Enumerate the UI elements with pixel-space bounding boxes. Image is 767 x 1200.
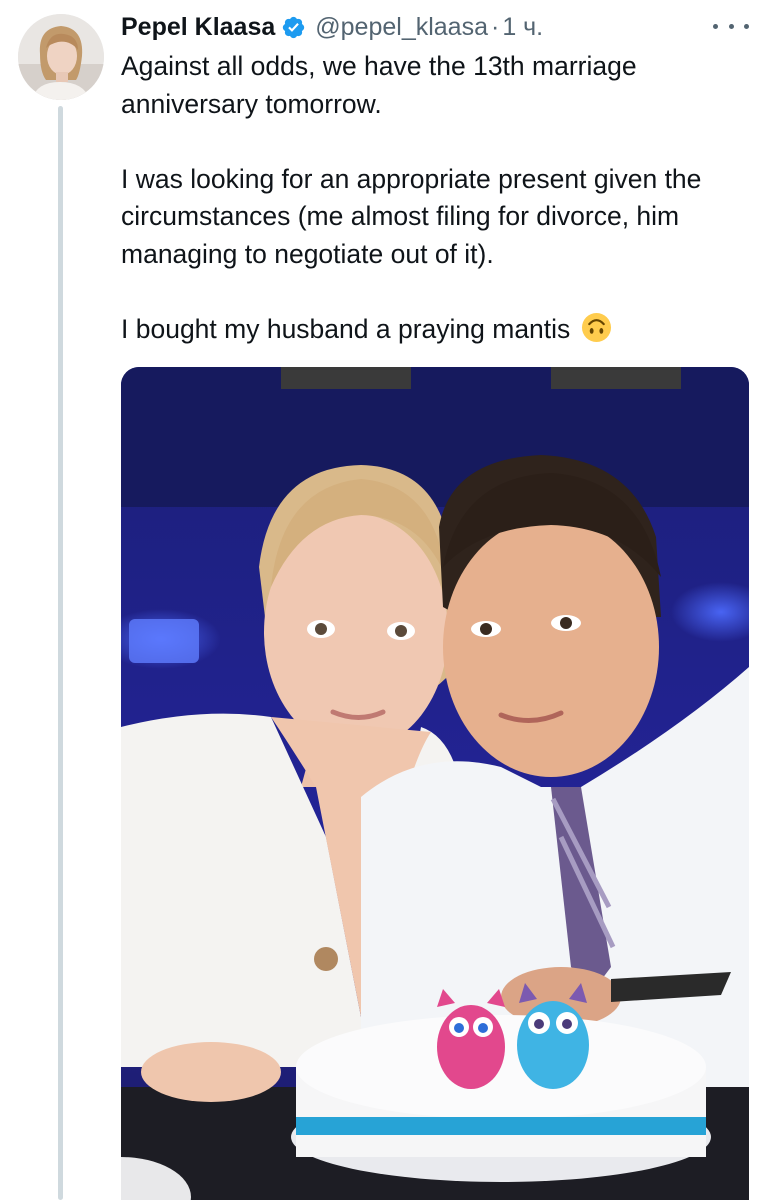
display-name[interactable]: Pepel Klaasa	[121, 13, 275, 42]
tweet-header: Pepel Klaasa @pepel_klaasa · 1 ч.	[121, 12, 543, 42]
verified-badge-icon	[281, 15, 306, 40]
tweet-paragraph: I was looking for an appropriate present…	[121, 163, 702, 269]
timestamp[interactable]: 1 ч.	[502, 13, 543, 42]
photo-illustration	[121, 367, 749, 1200]
author-handle[interactable]: @pepel_klaasa	[315, 13, 488, 42]
avatar-image	[18, 14, 104, 100]
tweet-paragraph-last: I bought my husband a praying mantis	[121, 311, 753, 349]
tweet-text: Against all odds, we have the 13th marri…	[121, 48, 753, 348]
avatar[interactable]	[18, 14, 104, 100]
upside-down-face-icon	[581, 312, 612, 343]
more-options-icon[interactable]	[713, 18, 749, 34]
separator-dot: ·	[490, 12, 500, 41]
tweet-paragraph: Against all odds, we have the 13th marri…	[121, 51, 637, 119]
tweet-paragraph-text: I bought my husband a praying mantis	[121, 313, 571, 344]
tweet-photo[interactable]	[121, 367, 749, 1200]
thread-line	[58, 106, 63, 1200]
